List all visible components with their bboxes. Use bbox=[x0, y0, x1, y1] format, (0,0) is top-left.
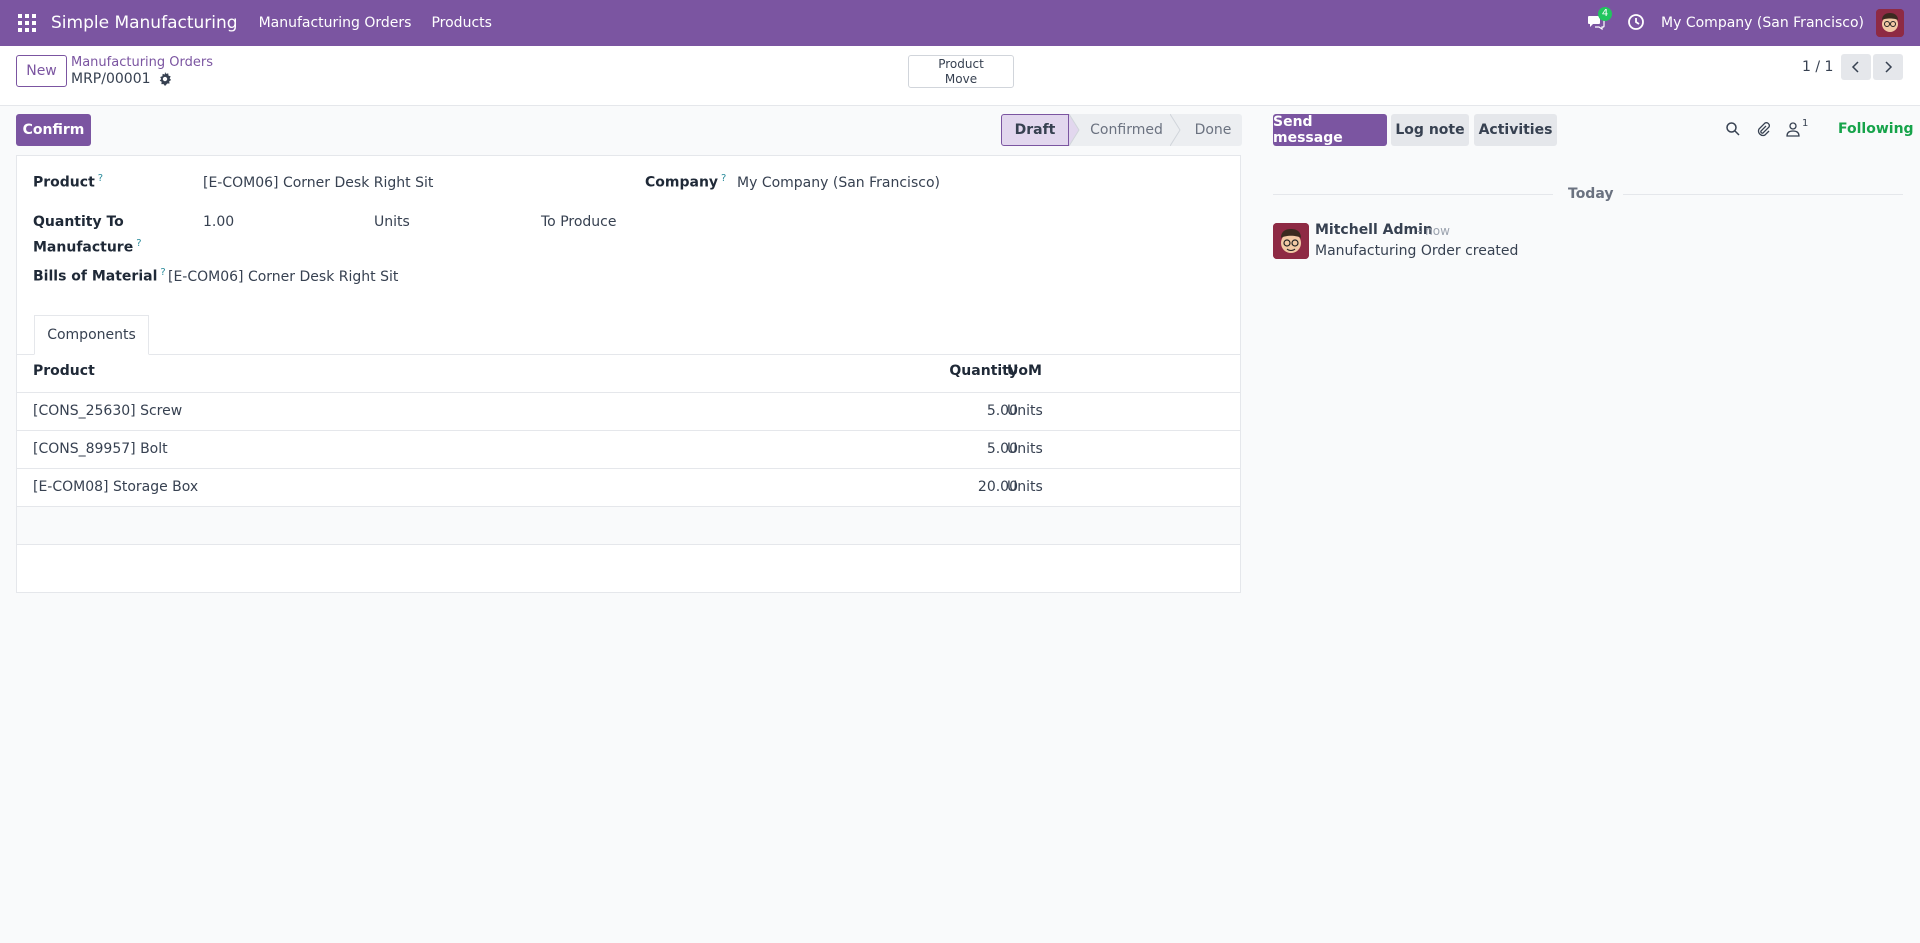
stage-done-label: Done bbox=[1194, 122, 1232, 138]
messages-count-badge: 4 bbox=[1598, 7, 1613, 21]
status-bar: Draft Confirmed Done bbox=[1001, 114, 1242, 146]
row-uom: Units bbox=[1007, 479, 1043, 495]
record-name: MRP/00001 bbox=[71, 71, 172, 87]
to-produce-label: To Produce bbox=[541, 214, 617, 230]
company-field[interactable]: My Company (San Francisco) bbox=[737, 175, 940, 191]
row-quantity: 5.00 bbox=[986, 403, 1018, 419]
table-row[interactable]: [CONS_89957] Bolt 5.00 Units bbox=[17, 430, 1240, 468]
message-date: - now bbox=[1417, 224, 1450, 238]
confirm-button[interactable]: Confirm bbox=[16, 114, 91, 146]
apps-menu-icon[interactable] bbox=[18, 14, 36, 32]
quantity-field[interactable]: 1.00 bbox=[203, 214, 234, 230]
menu-manufacturing-orders[interactable]: Manufacturing Orders bbox=[259, 15, 412, 31]
quantity-label-line1: Quantity To bbox=[33, 214, 124, 230]
bom-label-text: Bills of Material bbox=[33, 268, 158, 285]
quantity-label-line2: Manufacture bbox=[33, 239, 134, 256]
company-label-text: Company bbox=[645, 174, 719, 191]
chevron-left-icon bbox=[1851, 61, 1859, 73]
paperclip-icon[interactable] bbox=[1755, 121, 1773, 139]
user-avatar[interactable] bbox=[1876, 9, 1904, 37]
product-field[interactable]: [E-COM06] Corner Desk Right Sit bbox=[203, 175, 433, 191]
company-field-label: Company? bbox=[645, 173, 726, 191]
product-field-label: Product? bbox=[33, 173, 103, 191]
company-help-icon[interactable]: ? bbox=[721, 173, 726, 184]
form-sheet: Product? [E-COM06] Corner Desk Right Sit… bbox=[16, 155, 1241, 593]
row-product: [E-COM08] Storage Box bbox=[33, 479, 199, 495]
column-header-product[interactable]: Product bbox=[33, 363, 95, 379]
tab-components[interactable]: Components bbox=[34, 315, 149, 355]
chevron-right-icon bbox=[1885, 61, 1893, 73]
quantity-field-label: Quantity To Manufacture? bbox=[33, 212, 142, 259]
quantity-help-icon[interactable]: ? bbox=[136, 238, 141, 249]
row-product: [CONS_89957] Bolt bbox=[33, 441, 168, 457]
quantity-uom-field[interactable]: Units bbox=[374, 214, 410, 230]
breadcrumb-manufacturing-orders[interactable]: Manufacturing Orders bbox=[71, 55, 213, 70]
column-header-uom[interactable]: UoM bbox=[1007, 363, 1042, 379]
smart-button-line2: Move bbox=[944, 72, 978, 86]
product-move-smart-button[interactable]: Product Move bbox=[908, 55, 1014, 88]
following-button[interactable]: Following bbox=[1838, 121, 1914, 137]
stage-done[interactable]: Done bbox=[1170, 114, 1242, 146]
message-author[interactable]: Mitchell Admin bbox=[1315, 222, 1433, 238]
tab-divider bbox=[17, 354, 1240, 355]
pager-value[interactable]: 1 / 1 bbox=[1802, 59, 1833, 75]
row-uom: Units bbox=[1007, 403, 1043, 419]
message-author-avatar[interactable] bbox=[1273, 223, 1309, 259]
company-switcher[interactable]: My Company (San Francisco) bbox=[1661, 15, 1864, 31]
stage-confirmed-label: Confirmed bbox=[1090, 122, 1163, 138]
column-header-quantity[interactable]: Quantity bbox=[898, 363, 1018, 379]
row-quantity: 5.00 bbox=[986, 441, 1018, 457]
log-note-button[interactable]: Log note bbox=[1391, 114, 1469, 146]
stage-draft[interactable]: Draft bbox=[1001, 114, 1069, 146]
new-button[interactable]: New bbox=[16, 55, 67, 87]
menu-products[interactable]: Products bbox=[431, 15, 491, 31]
stage-confirmed[interactable]: Confirmed bbox=[1069, 114, 1170, 146]
row-uom: Units bbox=[1007, 441, 1043, 457]
bom-help-icon[interactable]: ? bbox=[160, 267, 165, 278]
send-message-button[interactable]: Send message bbox=[1273, 114, 1387, 146]
followers-icon[interactable] bbox=[1785, 121, 1803, 139]
pager-next-button[interactable] bbox=[1873, 54, 1903, 80]
row-quantity: 20.00 bbox=[977, 479, 1018, 495]
date-separator: Today bbox=[1568, 186, 1614, 202]
bom-field-label: Bills of Material? bbox=[33, 267, 166, 285]
date-separator-line bbox=[1273, 194, 1553, 195]
date-separator-line bbox=[1623, 194, 1903, 195]
record-name-text: MRP/00001 bbox=[71, 71, 151, 87]
messaging-icon[interactable]: 4 bbox=[1587, 7, 1613, 33]
top-navbar: Simple Manufacturing Manufacturing Order… bbox=[0, 0, 1920, 46]
search-icon[interactable] bbox=[1725, 121, 1743, 139]
empty-row[interactable] bbox=[17, 506, 1240, 544]
message-body: Manufacturing Order created bbox=[1315, 243, 1519, 259]
gear-icon[interactable] bbox=[158, 72, 172, 86]
table-row[interactable]: [CONS_25630] Screw 5.00 Units bbox=[17, 392, 1240, 430]
empty-row bbox=[17, 544, 1240, 582]
product-label-text: Product bbox=[33, 174, 95, 191]
bom-field[interactable]: [E-COM06] Corner Desk Right Sit bbox=[168, 269, 398, 285]
smart-button-line1: Product bbox=[938, 57, 984, 71]
activities-button[interactable]: Activities bbox=[1474, 114, 1557, 146]
followers-count: 1 bbox=[1802, 118, 1809, 129]
app-name[interactable]: Simple Manufacturing bbox=[51, 13, 238, 33]
row-product: [CONS_25630] Screw bbox=[33, 403, 183, 419]
pager-previous-button[interactable] bbox=[1841, 54, 1871, 80]
product-help-icon[interactable]: ? bbox=[98, 173, 103, 184]
table-row[interactable]: [E-COM08] Storage Box 20.00 Units bbox=[17, 468, 1240, 506]
control-panel: New Manufacturing Orders MRP/00001 Produ… bbox=[0, 46, 1920, 106]
activity-clock-icon[interactable] bbox=[1627, 13, 1647, 33]
